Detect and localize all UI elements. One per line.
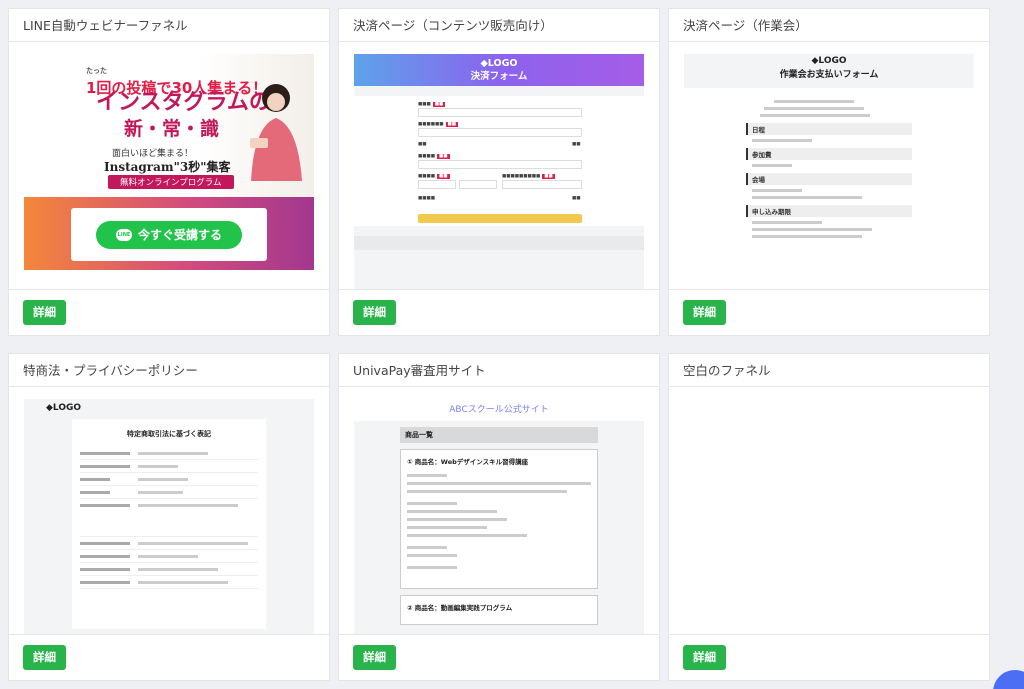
- preview-form: ■■■ ■■ ■■■■■■ ■■ ■■ ■■ ■■■■ ■■ ■■■■ ■■ ■■■■■…: [354, 95, 644, 226]
- template-card-policy: 特商法・プライバシーポリシー ◆LOGO 特定商取引法に基づく表記 詳細: [8, 353, 330, 681]
- detail-button[interactable]: 詳細: [23, 300, 66, 325]
- card-preview[interactable]: ◆LOGO 作業会お支払いフォーム 日程 参加費 会場 申し込み期限: [669, 42, 989, 289]
- preview-section: 日程: [746, 122, 912, 135]
- preview-section: 申し込み期限: [746, 204, 912, 217]
- preview-list-title: 商品一覧: [400, 426, 598, 443]
- card-preview[interactable]: ABCスクール公式サイト 商品一覧 ① 商品名：Webデザインスキル習得講座 ②…: [339, 387, 659, 634]
- card-preview-empty[interactable]: [669, 387, 989, 634]
- preview-heading: 作業会お支払いフォーム: [779, 69, 879, 80]
- preview-item: ① 商品名：Webデザインスキル習得講座: [407, 457, 529, 466]
- preview-logo: ◆LOGO: [46, 402, 82, 413]
- line-logo-icon: LINE: [115, 229, 132, 242]
- template-card-line-webinar: LINE自動ウェビナーファネル たった 1回の投稿で30人集まる！ インスタグラム…: [8, 8, 330, 336]
- preview-item: ② 商品名：動画編集実践プログラム: [407, 603, 513, 612]
- template-card-payment-workshop: 決済ページ（作業会） ◆LOGO 作業会お支払いフォーム 日程 参加費 会場 申…: [668, 8, 990, 336]
- preview-title-line2: 新・常・識: [124, 117, 220, 140]
- card-preview[interactable]: ◆LOGO 特定商取引法に基づく表記: [9, 387, 329, 634]
- detail-button[interactable]: 詳細: [353, 300, 396, 325]
- preview-logo: ◆LOGO: [811, 55, 847, 66]
- preview-thumbnail: ◆LOGO 特定商取引法に基づく表記: [24, 398, 314, 634]
- preview-subtitle: Instagram"3秒"集客: [104, 159, 231, 174]
- preview-badge: 無料オンラインプログラム: [108, 174, 234, 189]
- detail-button[interactable]: 詳細: [353, 645, 396, 670]
- card-title: UnivaPay審査用サイト: [339, 354, 659, 387]
- preview-heading: 特定商取引法に基づく表記: [127, 429, 211, 438]
- preview-thumbnail: たった 1回の投稿で30人集まる！ インスタグラムの 新・常・識 面白いほど集まる…: [24, 53, 314, 289]
- template-card-blank: 空白のファネル 詳細: [668, 353, 990, 681]
- preview-thumbnail: ◆LOGO 作業会お支払いフォーム 日程 参加費 会場 申し込み期限: [684, 53, 974, 289]
- preview-cta-button: LINE 今すぐ受講する: [96, 220, 242, 249]
- detail-button[interactable]: 詳細: [683, 300, 726, 325]
- preview-section: 会場: [746, 172, 912, 185]
- card-title: LINE自動ウェビナーファネル: [9, 9, 329, 42]
- preview-pay-button: [418, 213, 582, 223]
- template-card-univapay: UnivaPay審査用サイト ABCスクール公式サイト 商品一覧 ① 商品名：W…: [338, 353, 660, 681]
- card-title: 決済ページ（コンテンツ販売向け）: [339, 9, 659, 42]
- preview-thumbnail: ◆LOGO 決済フォーム ■■■ ■■ ■■■■■■ ■■ ■■ ■■ ■■■■ ■■…: [354, 53, 644, 289]
- floating-action-button[interactable]: [993, 670, 1024, 689]
- detail-button[interactable]: 詳細: [683, 645, 726, 670]
- card-title: 決済ページ（作業会）: [669, 9, 989, 42]
- preview-thumbnail: ABCスクール公式サイト 商品一覧 ① 商品名：Webデザインスキル習得講座 ②…: [354, 398, 644, 634]
- preview-section: 参加費: [746, 147, 912, 160]
- woman-photo-icon: [250, 83, 302, 181]
- card-title: 空白のファネル: [669, 354, 989, 387]
- detail-button[interactable]: 詳細: [23, 645, 66, 670]
- card-preview[interactable]: たった 1回の投稿で30人集まる！ インスタグラムの 新・常・識 面白いほど集まる…: [9, 42, 329, 289]
- preview-header: ◆LOGO 決済フォーム: [354, 53, 644, 86]
- template-card-payment-content: 決済ページ（コンテンツ販売向け） ◆LOGO 決済フォーム ■■■ ■■ ■■■■…: [338, 8, 660, 336]
- funnel-template-grid: LINE自動ウェビナーファネル たった 1回の投稿で30人集まる！ インスタグラム…: [8, 8, 990, 681]
- preview-site-title: ABCスクール公式サイト: [354, 398, 644, 421]
- card-preview[interactable]: ◆LOGO 決済フォーム ■■■ ■■ ■■■■■■ ■■ ■■ ■■ ■■■■ ■■…: [339, 42, 659, 289]
- card-title: 特商法・プライバシーポリシー: [9, 354, 329, 387]
